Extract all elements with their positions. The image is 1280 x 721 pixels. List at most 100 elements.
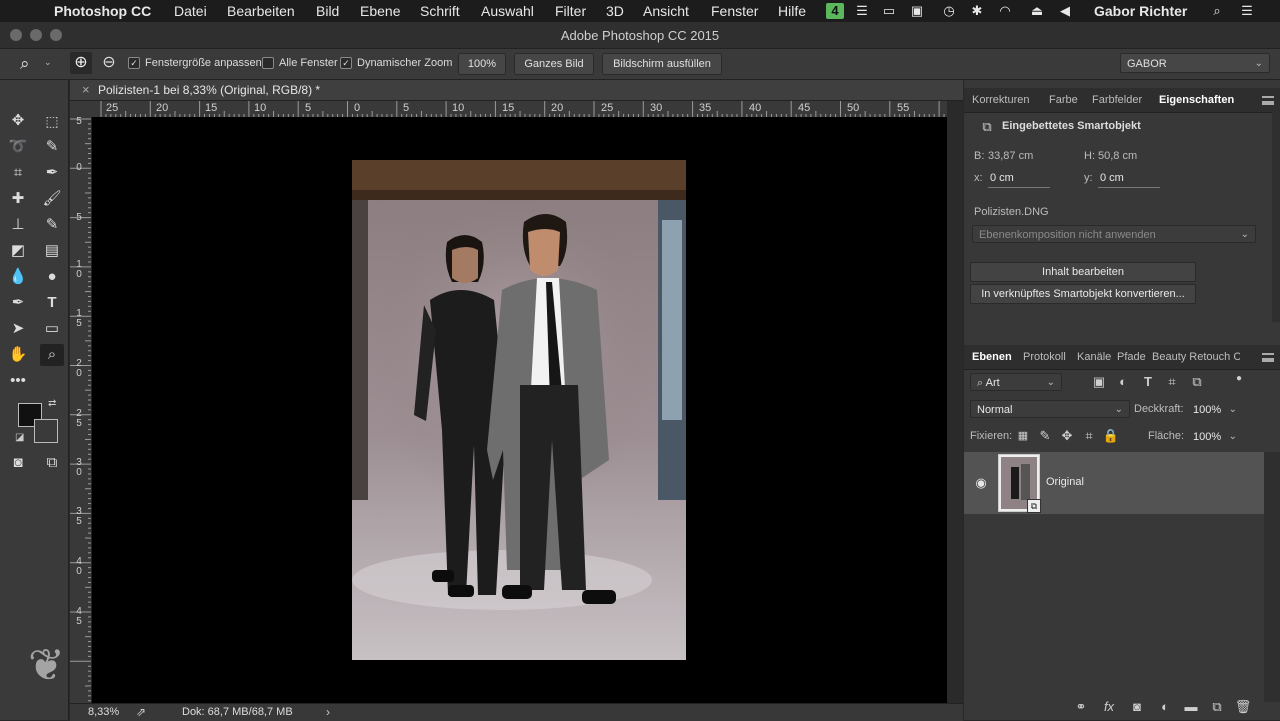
new-group-icon[interactable]: ▬	[1182, 698, 1200, 716]
workspace-select[interactable]: GABOR ⌄	[1120, 53, 1270, 73]
wifi-icon[interactable]: ◠	[996, 3, 1014, 19]
notification-list-icon[interactable]: ☰	[1238, 3, 1256, 19]
background-color-swatch[interactable]	[34, 419, 58, 443]
zoom-in-icon[interactable]: ⊕	[70, 52, 92, 74]
app-menu[interactable]: Photoshop CC	[54, 3, 151, 19]
menu-schrift[interactable]: Schrift	[420, 3, 460, 19]
eyedropper-tool-icon[interactable]: ✒	[40, 162, 64, 184]
height-value[interactable]: 50,8 cm	[1098, 150, 1137, 162]
layer-row[interactable]: ◉ ⧉ Original	[964, 452, 1264, 514]
zoom-100-button[interactable]: 100%	[458, 53, 506, 75]
screen-mode-icon[interactable]: ⧉	[40, 452, 64, 474]
zoom-level[interactable]: 8,33%	[88, 706, 119, 718]
default-colors-icon[interactable]: ◪	[15, 432, 24, 443]
swap-colors-icon[interactable]: ⇄	[48, 398, 56, 409]
layer-filter-select[interactable]: ⌕ Art ⌄	[970, 373, 1062, 391]
gradient-tool-icon[interactable]: ▤	[40, 240, 64, 262]
whole-image-button[interactable]: Ganzes Bild	[514, 53, 594, 75]
path-selection-tool-icon[interactable]: ➤	[6, 318, 30, 340]
tab-farbe[interactable]: Farbe	[1049, 94, 1078, 106]
lock-position-icon[interactable]: ✥	[1058, 427, 1076, 445]
bluetooth-icon[interactable]: ✱	[968, 3, 986, 19]
visibility-eye-icon[interactable]: ◉	[972, 474, 990, 492]
dynamic-zoom-checkbox[interactable]: ✓	[340, 57, 352, 69]
tab-protokoll[interactable]: Protokoll	[1023, 351, 1066, 363]
pixel-layer-filter-icon[interactable]: ▣	[1090, 373, 1108, 391]
panel-menu-icon[interactable]	[1262, 353, 1274, 362]
shape-layer-filter-icon[interactable]: ⌗	[1163, 373, 1181, 391]
new-layer-icon[interactable]: ⧉	[1208, 698, 1226, 716]
all-windows-checkbox[interactable]	[262, 57, 274, 69]
convert-linked-button[interactable]: In verknüpftes Smartobjekt konvertieren.…	[970, 284, 1196, 304]
close-document-icon[interactable]: ×	[82, 82, 90, 97]
tab-kanaele[interactable]: Kanäle	[1077, 351, 1111, 363]
menu-ansicht[interactable]: Ansicht	[643, 3, 689, 19]
layers-scrollbar[interactable]	[1264, 452, 1280, 702]
brush-tool-icon[interactable]: 🖌	[40, 188, 64, 210]
fill-screen-button[interactable]: Bildschirm ausfüllen	[602, 53, 722, 75]
document-tab[interactable]: × Polizisten-1 bei 8,33% (Original, RGB/…	[70, 80, 963, 101]
lasso-tool-icon[interactable]: ➰	[6, 136, 30, 158]
quick-mask-icon[interactable]: ◙	[6, 452, 30, 474]
history-brush-tool-icon[interactable]: ✎	[40, 214, 64, 236]
tab-ebenen[interactable]: Ebenen	[972, 351, 1012, 363]
rectangle-tool-icon[interactable]: ▭	[40, 318, 64, 340]
menu-bearbeiten[interactable]: Bearbeiten	[227, 3, 295, 19]
vertical-scrollbar[interactable]	[947, 101, 963, 703]
hand-tool-icon[interactable]: ✋	[6, 344, 30, 366]
add-mask-icon[interactable]: ◙	[1128, 698, 1146, 716]
opacity-field[interactable]: 100% ⌄	[1186, 400, 1244, 418]
menu-filter[interactable]: Filter	[555, 3, 586, 19]
x-field[interactable]: 0 cm	[990, 172, 1014, 184]
layer-comp-select[interactable]: Ebenenkomposition nicht anwenden ⌄	[972, 225, 1256, 243]
time-machine-icon[interactable]: ◷	[940, 3, 958, 19]
share-icon[interactable]: ⇗	[136, 705, 146, 719]
horizontal-ruler[interactable]: 25 20 15 10 5 0 5 10 15 20 25 30 35 40 4…	[92, 101, 947, 118]
eject-icon[interactable]: ⏏	[1028, 3, 1046, 19]
lock-transparency-icon[interactable]: ▦	[1014, 427, 1032, 445]
type-tool-icon[interactable]: T	[40, 292, 64, 314]
more-tools-icon[interactable]: •••	[6, 370, 30, 392]
lock-all-icon[interactable]: 🔒	[1102, 427, 1120, 445]
ruler-corner[interactable]	[70, 101, 92, 118]
properties-scrollbar[interactable]	[1272, 112, 1280, 322]
move-tool-icon[interactable]: ✥	[6, 110, 30, 132]
tab-pfade[interactable]: Pfade	[1117, 351, 1146, 363]
spotlight-search-icon[interactable]: ⌕	[1208, 3, 1226, 19]
adjustment-layer-filter-icon[interactable]: ◐	[1114, 373, 1132, 391]
tab-beauty-retouch[interactable]: Beauty Retouch C	[1152, 351, 1240, 363]
type-layer-filter-icon[interactable]: T	[1139, 373, 1157, 391]
dodge-tool-icon[interactable]: ●	[40, 266, 64, 288]
fx-icon[interactable]: fx	[1100, 698, 1118, 716]
panel-menu-icon[interactable]	[1262, 96, 1274, 105]
message-icon[interactable]: ☰	[853, 3, 871, 19]
fit-window-checkbox[interactable]: ✓	[128, 57, 140, 69]
adjustment-layer-icon[interactable]: ◐	[1156, 698, 1174, 716]
battery-icon[interactable]: ▣	[908, 3, 926, 19]
marquee-tool-icon[interactable]: ⬚	[40, 110, 64, 132]
edit-contents-button[interactable]: Inhalt bearbeiten	[970, 262, 1196, 282]
fill-field[interactable]: 100% ⌄	[1186, 427, 1244, 445]
clone-stamp-tool-icon[interactable]: ⊥	[6, 214, 30, 236]
quick-selection-tool-icon[interactable]: ✎	[40, 136, 64, 158]
zoom-out-icon[interactable]: ⊖	[98, 52, 120, 74]
blend-mode-select[interactable]: Normal ⌄	[970, 400, 1130, 418]
display-icon[interactable]: ▭	[880, 3, 898, 19]
tab-korrekturen[interactable]: Korrekturen	[972, 94, 1029, 106]
smart-object-filter-icon[interactable]: ⧉	[1188, 373, 1206, 391]
eraser-tool-icon[interactable]: ◩	[6, 240, 30, 262]
menu-datei[interactable]: Datei	[174, 3, 207, 19]
zoom-tool-preset-icon[interactable]: ⌕	[20, 54, 30, 74]
chevron-down-icon[interactable]: ⌄	[44, 57, 52, 68]
pen-tool-icon[interactable]: ✒	[6, 292, 30, 314]
lock-artboard-icon[interactable]: ⌗	[1080, 427, 1098, 445]
menu-bild[interactable]: Bild	[316, 3, 339, 19]
width-value[interactable]: 33,87 cm	[988, 150, 1033, 162]
chevron-right-icon[interactable]: ›	[326, 705, 330, 719]
menu-fenster[interactable]: Fenster	[711, 3, 758, 19]
menu-ebene[interactable]: Ebene	[360, 3, 400, 19]
tab-eigenschaften[interactable]: Eigenschaften	[1159, 94, 1234, 106]
y-field[interactable]: 0 cm	[1100, 172, 1124, 184]
delete-layer-icon[interactable]: 🗑	[1234, 698, 1252, 716]
menu-hilfe[interactable]: Hilfe	[778, 3, 806, 19]
